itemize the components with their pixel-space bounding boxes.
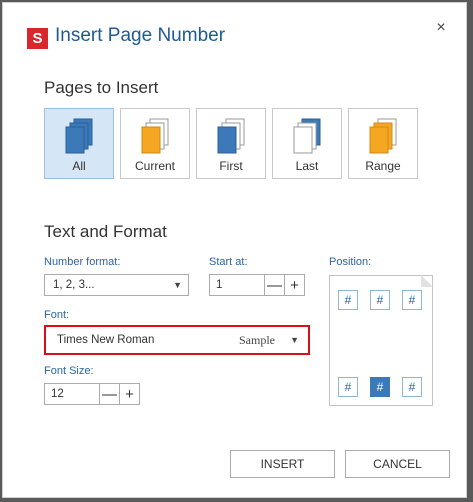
position-top-left[interactable]: # — [338, 290, 358, 310]
start-at-input[interactable]: 1 — [209, 274, 265, 296]
cancel-button[interactable]: CANCEL — [345, 450, 450, 478]
dialog-title: Insert Page Number — [55, 25, 226, 46]
page-option-all-label: All — [72, 159, 86, 173]
app-logo-icon: S — [27, 28, 48, 49]
current-page-icon — [141, 118, 169, 154]
position-top-right[interactable]: # — [402, 290, 422, 310]
first-page-icon — [217, 118, 245, 154]
last-page-icon — [293, 118, 321, 154]
page-option-last[interactable]: Last — [272, 108, 342, 179]
font-size-label: Font Size: — [44, 365, 94, 377]
page-option-last-label: Last — [295, 159, 319, 173]
start-at-label: Start at: — [209, 256, 248, 268]
number-format-select[interactable]: 1, 2, 3... ▼ — [44, 274, 189, 296]
page-option-range-label: Range — [365, 159, 401, 173]
position-bottom-left[interactable]: # — [338, 377, 358, 397]
insert-page-number-dialog: S Insert Page Number × Pages to Insert A… — [2, 2, 467, 498]
font-label: Font: — [44, 309, 70, 321]
font-size-value: 12 — [51, 388, 64, 400]
position-bottom-center[interactable]: # — [370, 377, 390, 397]
chevron-down-icon: ▼ — [173, 280, 182, 290]
number-format-value: 1, 2, 3... — [53, 279, 95, 291]
position-top-center[interactable]: # — [370, 290, 390, 310]
page-option-current-label: Current — [134, 159, 175, 173]
insert-button[interactable]: INSERT — [230, 450, 335, 478]
pages-to-insert-heading: Pages to Insert — [44, 78, 159, 97]
font-sample: Sample — [239, 332, 275, 347]
start-at-value: 1 — [216, 279, 223, 291]
page-option-first[interactable]: First — [196, 108, 266, 179]
all-pages-icon — [65, 118, 93, 154]
page-option-range[interactable]: Range — [348, 108, 418, 179]
close-button[interactable]: × — [432, 19, 450, 37]
page-option-first-label: First — [219, 159, 243, 173]
position-panel: # # # # # # — [329, 275, 433, 406]
number-format-label: Number format: — [44, 256, 121, 268]
page-option-current[interactable]: Current — [120, 108, 190, 179]
page-fold-corner — [421, 275, 433, 287]
start-at-increment-button[interactable]: + — [284, 274, 305, 296]
font-value: Times New Roman — [57, 334, 155, 346]
font-size-input[interactable]: 12 — [44, 383, 100, 405]
font-size-increment-button[interactable]: + — [119, 383, 140, 405]
start-at-decrement-button[interactable]: — — [264, 274, 285, 296]
font-select[interactable]: Times New Roman Sample ▼ — [48, 328, 306, 352]
font-size-decrement-button[interactable]: — — [99, 383, 120, 405]
position-label: Position: — [329, 256, 372, 268]
page-option-all[interactable]: All — [44, 108, 114, 179]
position-bottom-right[interactable]: # — [402, 377, 422, 397]
chevron-down-icon: ▼ — [290, 335, 299, 345]
text-and-format-heading: Text and Format — [44, 222, 167, 241]
pages-options-row: All Current First Last Range — [44, 108, 418, 179]
range-pages-icon — [369, 118, 397, 154]
